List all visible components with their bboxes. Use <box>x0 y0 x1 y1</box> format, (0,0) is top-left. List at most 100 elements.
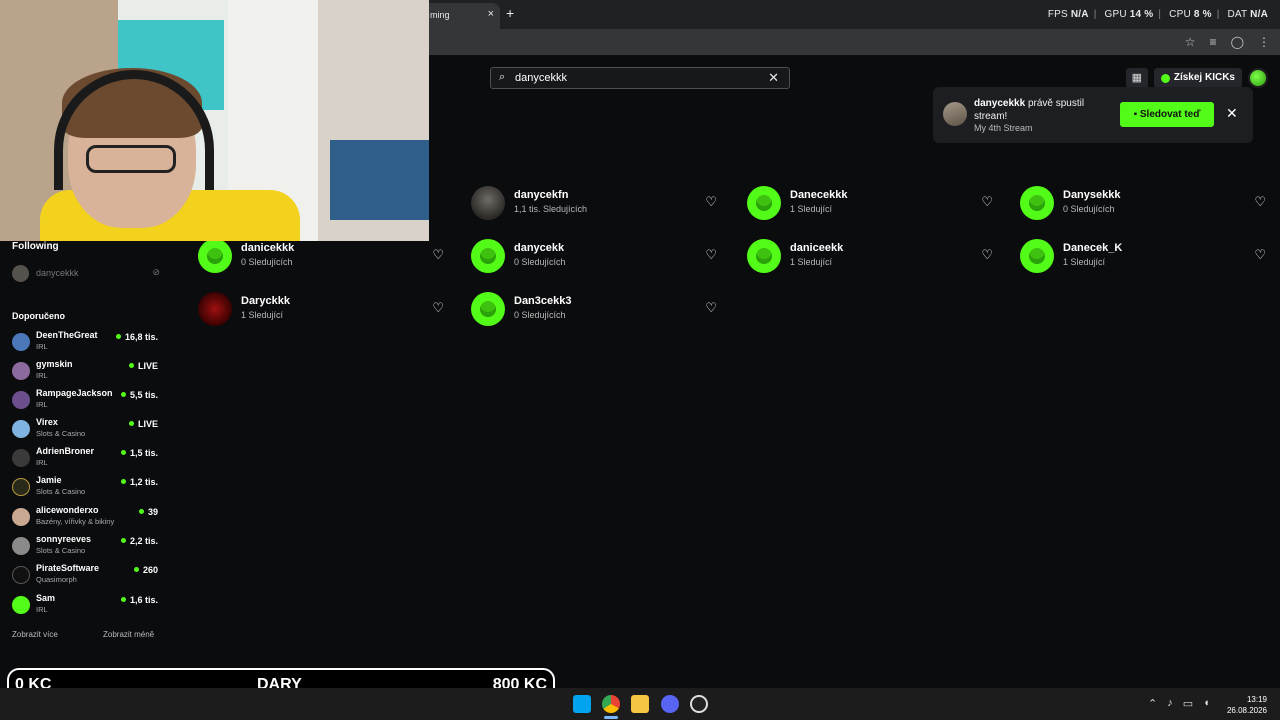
show-more-link[interactable]: Zobrazit více <box>12 630 58 639</box>
file-explorer-icon[interactable] <box>631 695 649 713</box>
channel-result[interactable]: Danysekkk 0 Sledujících ♡ <box>1020 183 1266 223</box>
tab-close-icon[interactable]: × <box>488 8 494 20</box>
browser-tab[interactable]: ming × <box>420 3 500 29</box>
recommended-item[interactable]: sonnyreeves Slots & Casino 2,2 tis. <box>12 533 160 559</box>
tab-title: ming <box>430 10 450 20</box>
recommended-name: sonnyreeves <box>36 534 92 544</box>
recommended-item[interactable]: AdrienBroner IRL 1,5 tis. <box>12 445 160 471</box>
following-heading: Following <box>12 241 59 252</box>
channel-avatar <box>747 239 781 273</box>
recommended-viewers: LIVE <box>129 419 158 429</box>
recommended-name: Virex <box>36 417 58 427</box>
recommended-category: Bazény, vířivky & bikiny <box>36 517 115 526</box>
clock-date: 26.08.2026 <box>1226 706 1267 715</box>
recommended-item[interactable]: alicewonderxo Bazény, vířivky & bikiny 3… <box>12 504 160 530</box>
webcam-glasses <box>86 145 176 173</box>
obs-icon[interactable] <box>690 695 708 713</box>
recommended-item[interactable]: PirateSoftware Quasimorph 260 <box>12 562 160 588</box>
profile-icon[interactable]: ◯ <box>1231 35 1244 49</box>
recommended-avatar <box>12 391 30 409</box>
watch-now-button[interactable]: ▪ Sledovat teď <box>1120 102 1214 127</box>
gift-box-button[interactable]: ▦ <box>1125 68 1148 88</box>
follow-heart-icon[interactable]: ♡ <box>705 194 717 210</box>
user-avatar[interactable] <box>1248 68 1268 88</box>
reading-list-icon[interactable]: ≡ <box>1210 35 1217 49</box>
header-actions: ▦ Získej KICKs <box>1125 68 1268 88</box>
recommended-category: Quasimorph <box>36 575 77 584</box>
channel-result[interactable]: danycekk 0 Sledujících ♡ <box>471 236 717 276</box>
channel-result[interactable]: danicekkk 0 Sledujících ♡ <box>198 236 444 276</box>
live-notification: danycekkk právě spustil stream! My 4th S… <box>933 87 1253 143</box>
notification-avatar <box>943 102 967 126</box>
channel-result[interactable]: daniceekk 1 Sledující ♡ <box>747 236 993 276</box>
cpu-label: CPU <box>1169 9 1191 20</box>
volume-icon[interactable]: ◖ <box>1203 697 1210 710</box>
recommended-viewers: LIVE <box>129 361 158 371</box>
recommended-viewers: 2,2 tis. <box>121 536 158 546</box>
channel-followers: 0 Sledujících <box>514 257 566 267</box>
recommended-avatar <box>12 420 30 438</box>
clock-time: 13:19 <box>1246 695 1267 704</box>
channel-followers: 1 Sledující <box>790 204 833 214</box>
close-notification-icon[interactable]: ✕ <box>1226 105 1238 122</box>
recommended-category: IRL <box>36 400 48 409</box>
channel-avatar <box>198 292 232 326</box>
channel-result[interactable]: Danecekkk 1 Sledující ♡ <box>747 183 993 223</box>
browser-menu-icon[interactable]: ⋮ <box>1258 35 1270 49</box>
cpu-value: 8 % <box>1193 9 1212 20</box>
search-input[interactable]: ⌕ danycekkk ✕ <box>490 67 790 89</box>
get-kicks-button[interactable]: Získej KICKs <box>1153 68 1242 88</box>
recommended-item[interactable]: RampageJackson IRL 5,5 tis. <box>12 387 160 413</box>
recommended-avatar <box>12 537 30 555</box>
following-item[interactable]: danycekkk ⊘ <box>12 264 160 282</box>
recommended-viewers: 39 <box>139 507 158 517</box>
taskbar: ⌃ ♪ ▭ ◖ 13:19 26.08.2026 <box>0 688 1280 720</box>
channel-result[interactable]: danycekfn 1,1 tis. Sledujících ♡ <box>471 183 717 223</box>
discord-icon[interactable] <box>661 695 679 713</box>
recommended-item[interactable]: Virex Slots & Casino LIVE <box>12 416 160 442</box>
channel-avatar <box>198 239 232 273</box>
channel-name: danycekfn <box>514 189 569 201</box>
gpu-value: 14 % <box>1129 9 1154 20</box>
microphone-icon[interactable]: ♪ <box>1167 697 1173 710</box>
channel-result[interactable]: Dan3cekk3 0 Sledujících ♡ <box>471 289 717 329</box>
windows-start-icon[interactable] <box>573 695 591 713</box>
show-less-link[interactable]: Zobrazit méně <box>103 630 154 639</box>
clear-search-icon[interactable]: ✕ <box>768 70 779 86</box>
recommended-name: PirateSoftware <box>36 563 100 573</box>
recommended-avatar <box>12 508 30 526</box>
bookmark-star-icon[interactable]: ☆ <box>1185 35 1196 49</box>
recommended-item[interactable]: DeenTheGreat IRL 16,8 tis. <box>12 329 160 355</box>
address-bar-icons: ☆ ≡ ◯ ⋮ <box>1185 35 1270 49</box>
follow-heart-icon[interactable]: ♡ <box>705 247 717 263</box>
recommended-viewers: 5,5 tis. <box>121 390 158 400</box>
recommended-item[interactable]: Jamie Slots & Casino 1,2 tis. <box>12 474 160 500</box>
channel-name: danicekkk <box>241 242 295 254</box>
network-icon[interactable]: ▭ <box>1183 697 1193 710</box>
follow-heart-icon[interactable]: ♡ <box>981 194 993 210</box>
channel-followers: 1 Sledující <box>1063 257 1106 267</box>
recommended-item[interactable]: Sam IRL 1,6 tis. <box>12 592 160 618</box>
channel-result[interactable]: Daryckkk 1 Sledující ♡ <box>198 289 444 329</box>
search-value: danycekkk <box>515 72 567 84</box>
channel-name: Danysekkk <box>1063 189 1121 201</box>
recommended-avatar <box>12 566 30 584</box>
follow-heart-icon[interactable]: ♡ <box>981 247 993 263</box>
tray-chevron-icon[interactable]: ⌃ <box>1148 697 1157 710</box>
new-tab-button[interactable]: + <box>506 5 514 21</box>
performance-overlay: FPS N/A | GPU 14 % | CPU 8 % | DAT N/A <box>1047 9 1268 20</box>
system-clock[interactable]: 13:19 26.08.2026 <box>1227 694 1267 716</box>
recommended-item[interactable]: gymskin IRL LIVE <box>12 358 160 384</box>
follow-heart-icon[interactable]: ♡ <box>432 247 444 263</box>
chrome-icon[interactable] <box>602 695 620 713</box>
follow-heart-icon[interactable]: ♡ <box>1254 194 1266 210</box>
channel-name: daniceekk <box>790 242 844 254</box>
recommended-name: AdrienBroner <box>36 446 95 456</box>
recommended-avatar <box>12 333 30 351</box>
recommended-viewers: 16,8 tis. <box>116 332 158 342</box>
follow-heart-icon[interactable]: ♡ <box>432 300 444 316</box>
follow-heart-icon[interactable]: ♡ <box>705 300 717 316</box>
channel-result[interactable]: Danecek_K 1 Sledující ♡ <box>1020 236 1266 276</box>
follow-heart-icon[interactable]: ♡ <box>1254 247 1266 263</box>
channel-followers: 0 Sledujících <box>241 257 293 267</box>
